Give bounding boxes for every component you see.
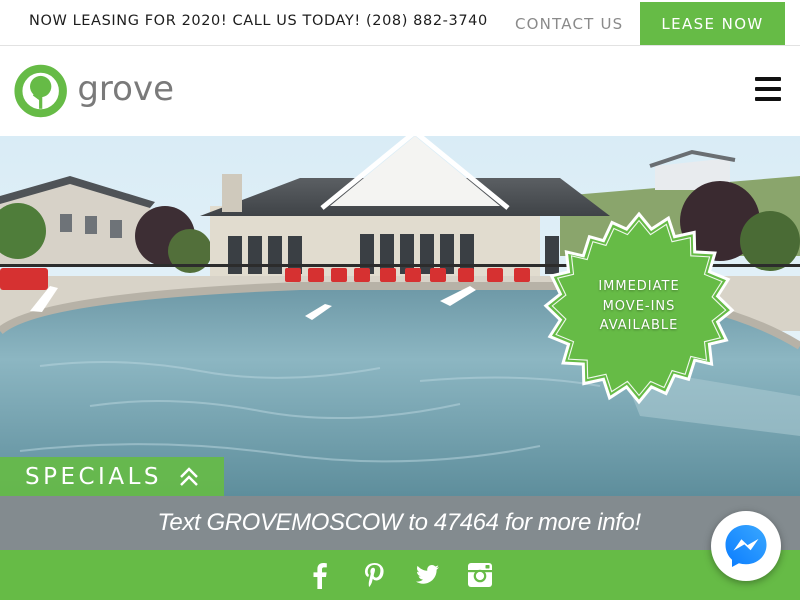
text-info-message[interactable]: Text GROVEMOSCOW to 47464 for more info! — [157, 509, 641, 537]
hamburger-menu-icon[interactable] — [755, 77, 781, 101]
contact-us-link[interactable]: CONTACT US — [515, 15, 623, 33]
badge-text: IMMEDIATE MOVE-INS AVAILABLE — [541, 277, 737, 336]
leasing-promo-text[interactable]: NOW LEASING FOR 2020! CALL US TODAY! (20… — [29, 13, 488, 29]
tree-logo-icon — [14, 64, 67, 118]
hero-banner: IMMEDIATE MOVE-INS AVAILABLE — [0, 136, 800, 496]
grove-logo[interactable]: grove — [14, 60, 174, 122]
pinterest-icon[interactable] — [360, 561, 388, 589]
social-footer — [0, 550, 800, 600]
lease-now-button[interactable]: LEASE NOW — [640, 2, 785, 45]
move-ins-badge[interactable]: IMMEDIATE MOVE-INS AVAILABLE — [541, 210, 737, 406]
text-info-band: Text GROVEMOSCOW to 47464 for more info! — [0, 496, 800, 550]
facebook-icon[interactable] — [306, 561, 334, 589]
specials-label: SPECIALS — [25, 463, 162, 490]
messenger-chat-button[interactable] — [711, 511, 781, 581]
brand-name: grove — [77, 69, 174, 109]
badge-line-2: MOVE-INS — [602, 298, 676, 314]
specials-button[interactable]: SPECIALS — [0, 457, 224, 496]
site-header: grove — [0, 46, 800, 136]
badge-line-3: AVAILABLE — [599, 318, 679, 333]
double-chevron-up-icon — [180, 467, 198, 486]
instagram-icon[interactable] — [466, 561, 494, 589]
badge-line-1: IMMEDIATE — [598, 279, 680, 294]
top-bar: NOW LEASING FOR 2020! CALL US TODAY! (20… — [0, 0, 800, 46]
messenger-icon — [725, 525, 767, 567]
twitter-icon[interactable] — [413, 561, 441, 589]
